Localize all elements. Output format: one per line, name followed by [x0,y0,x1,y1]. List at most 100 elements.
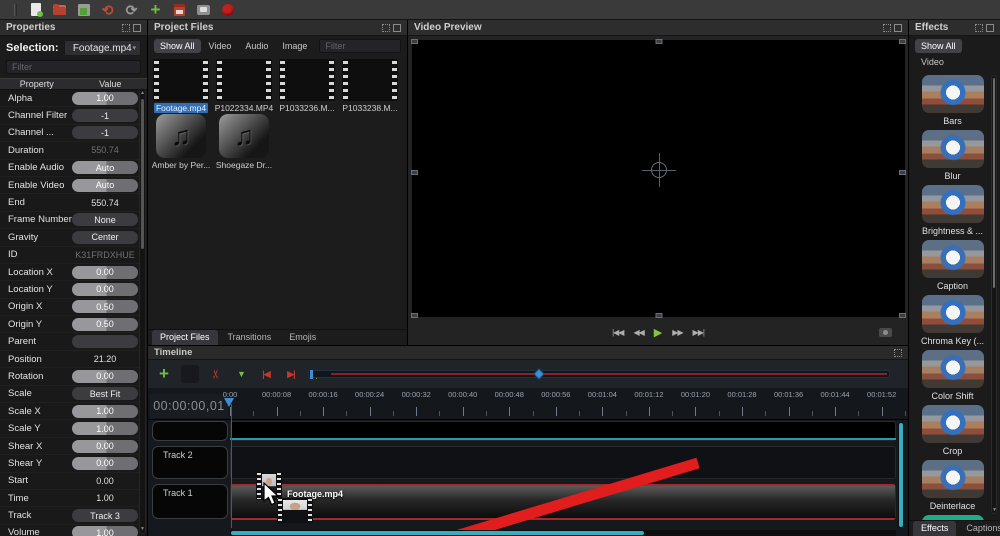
property-value[interactable]: 0.00 [72,283,138,296]
property-row[interactable]: Start 0.00 [0,473,147,490]
effect-item[interactable] [915,515,990,520]
property-row[interactable]: Enable Audio Auto [0,160,147,177]
property-row[interactable]: Duration 550.74 [0,142,147,159]
properties-scrollbar[interactable]: ▲ ▼ [139,88,146,534]
timeline-tool[interactable]: ▶| [283,366,299,382]
property-value[interactable]: Center [72,231,138,244]
float-panel-icon[interactable] [883,24,891,32]
float-panel-icon[interactable] [122,24,130,32]
property-row[interactable]: Gravity Center [0,229,147,246]
track-label[interactable] [152,421,228,441]
project-files-filter-input[interactable] [319,39,401,53]
filter-tab[interactable]: Audio [239,39,274,53]
effect-item[interactable]: Blur [915,130,990,181]
property-row[interactable]: ID K31FRDXHUE [0,247,147,264]
property-value[interactable]: 0.00 [72,266,138,279]
fullscreen-icon[interactable] [196,3,211,17]
save-project-icon[interactable] [76,3,91,17]
project-file-item[interactable]: ♫ Shoegaze Dr... [213,114,275,170]
transform-handle[interactable] [899,313,906,318]
timeline-tool[interactable]: ▼ [233,366,249,382]
timeline-hscrollbar[interactable] [230,530,896,536]
effects-scrollbar[interactable]: ▼ [991,75,997,514]
playback-button[interactable]: ▶▶ [672,328,682,337]
timeline-zoom-slider[interactable] [308,370,890,378]
property-row[interactable]: Scale X 1.00 [0,403,147,420]
transform-handle[interactable] [411,170,418,175]
property-value[interactable]: 1.00 [72,492,138,505]
transform-handle[interactable] [655,39,662,44]
project-file-item[interactable]: Footage.mp4 [150,59,212,113]
float-panel-icon[interactable] [894,349,902,357]
project-file-item[interactable]: ♫ Amber by Per... [150,114,212,170]
playback-button[interactable]: ◀◀ [633,328,643,337]
new-project-icon[interactable] [28,3,43,17]
property-value[interactable]: 0.00 [72,457,138,470]
project-file-item[interactable]: P1033236.M... [276,59,338,113]
timeline-vscrollbar[interactable] [898,422,904,528]
dock-tab[interactable]: Captions [958,521,1000,536]
effect-item[interactable]: Color Shift [915,350,990,401]
timeline-tool[interactable]: ✂ [208,366,224,382]
property-value[interactable]: 0.00 [72,370,138,383]
property-value[interactable]: None [72,213,138,226]
properties-filter-input[interactable] [6,60,141,74]
timeline-tool[interactable] [181,365,199,383]
transform-handle[interactable] [899,170,906,175]
track-label[interactable]: Track 2 [152,446,228,479]
property-row[interactable]: End 550.74 [0,194,147,211]
property-value[interactable]: 0.00 [72,440,138,453]
toolbar-grip[interactable] [14,4,17,16]
hscrollbar-thumb[interactable] [231,531,644,535]
video-preview-canvas[interactable] [412,40,905,317]
property-value[interactable]: Best Fit [72,387,138,400]
transform-handle[interactable] [411,313,418,318]
property-value[interactable]: 1.00 [72,92,138,105]
property-value[interactable] [72,335,138,348]
undo-icon[interactable]: ⟲ [100,3,115,17]
property-value[interactable]: -1 [72,126,138,139]
dock-tab[interactable]: Project Files [152,330,218,345]
export-video-icon[interactable] [220,3,235,17]
playback-button[interactable]: |◀◀ [612,328,623,337]
dock-tab[interactable]: Effects [913,521,956,536]
playback-button[interactable]: ▶▶| [693,328,704,337]
dock-tab[interactable]: Emojis [281,330,324,345]
import-files-icon[interactable]: + [148,3,163,17]
close-panel-icon[interactable] [393,24,401,32]
track-body[interactable] [230,446,896,479]
transform-handle[interactable] [899,39,906,44]
property-value[interactable]: 0.00 [72,474,138,487]
property-value[interactable]: K31FRDXHUE [72,248,138,261]
zoom-slider-handle[interactable] [533,368,544,379]
property-row[interactable]: Track Track 3 [0,507,147,524]
property-row[interactable]: Enable Video Auto [0,177,147,194]
transform-handle[interactable] [411,39,418,44]
timeline-ruler[interactable]: 00:00:00,01 0:00 00:00:08 0 [148,388,908,420]
project-file-item[interactable]: P1033238.M... [339,59,401,113]
close-panel-icon[interactable] [894,24,902,32]
property-row[interactable]: Scale Best Fit [0,386,147,403]
filter-tab[interactable]: Show All [154,39,201,53]
effect-item[interactable]: Chroma Key (... [915,295,990,346]
property-row[interactable]: Time 1.00 [0,490,147,507]
choose-profile-icon[interactable] [172,3,187,17]
property-row[interactable]: Shear Y 0.00 [0,455,147,472]
property-row[interactable]: Rotation 0.00 [0,368,147,385]
redo-icon[interactable]: ⟳ [124,3,139,17]
property-value[interactable]: Auto [72,179,138,192]
property-row[interactable]: Channel ... -1 [0,125,147,142]
property-value[interactable]: 21.20 [72,353,138,366]
selection-dropdown[interactable]: Footage.mp4 ▾ [64,40,141,56]
scroll-down-icon[interactable]: ▼ [140,526,145,532]
filter-tab[interactable]: Show All [915,39,962,53]
effect-item[interactable]: Deinterlace [915,460,990,511]
transform-handle[interactable] [655,313,662,318]
property-value[interactable]: Track 3 [72,509,138,522]
property-value[interactable]: 550.74 [72,196,138,209]
property-value[interactable]: 1.00 [72,422,138,435]
property-row[interactable]: Scale Y 1.00 [0,420,147,437]
property-value[interactable]: 550.74 [72,144,138,157]
property-value[interactable]: 0.50 [72,318,138,331]
dock-tab[interactable]: Transitions [220,330,280,345]
